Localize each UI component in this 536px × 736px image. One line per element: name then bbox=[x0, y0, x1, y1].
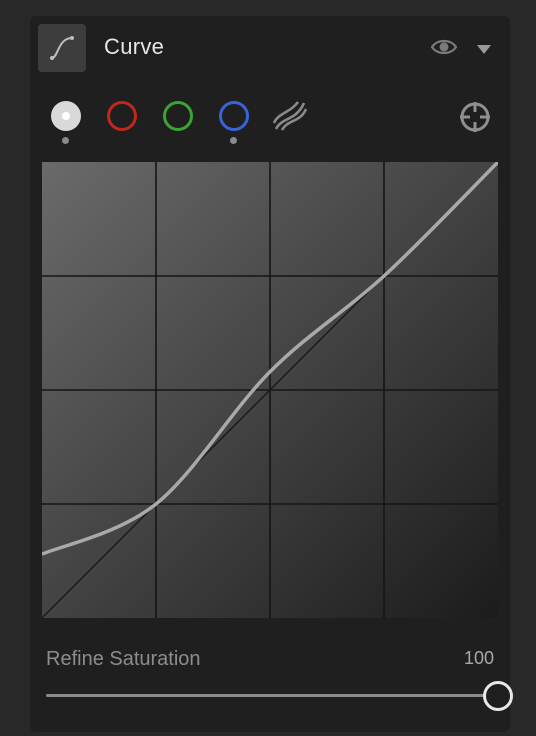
channel-luminance-button[interactable] bbox=[50, 100, 82, 132]
eye-icon[interactable] bbox=[430, 35, 458, 59]
chevron-down-icon[interactable] bbox=[476, 42, 492, 54]
channel-green-button[interactable] bbox=[162, 100, 194, 132]
tone-curve-editor[interactable] bbox=[41, 160, 500, 619]
adjusted-indicator bbox=[62, 137, 69, 144]
refine-saturation-slider-thumb[interactable] bbox=[483, 681, 513, 711]
curve-panel: Curve Refine Saturation 100 bbox=[30, 16, 513, 732]
channel-blue-button[interactable] bbox=[218, 100, 250, 132]
channel-red-button[interactable] bbox=[106, 100, 138, 132]
target-adjustment-icon[interactable] bbox=[458, 100, 492, 134]
adjusted-indicator bbox=[230, 137, 237, 144]
refine-saturation-value[interactable]: 100 bbox=[464, 648, 494, 669]
refine-saturation-label: Refine Saturation bbox=[46, 648, 201, 670]
parametric-curve-icon[interactable] bbox=[270, 100, 310, 132]
refine-saturation-slider-track[interactable] bbox=[46, 694, 486, 697]
curve-icon[interactable] bbox=[38, 24, 86, 72]
panel-title: Curve bbox=[104, 34, 165, 59]
